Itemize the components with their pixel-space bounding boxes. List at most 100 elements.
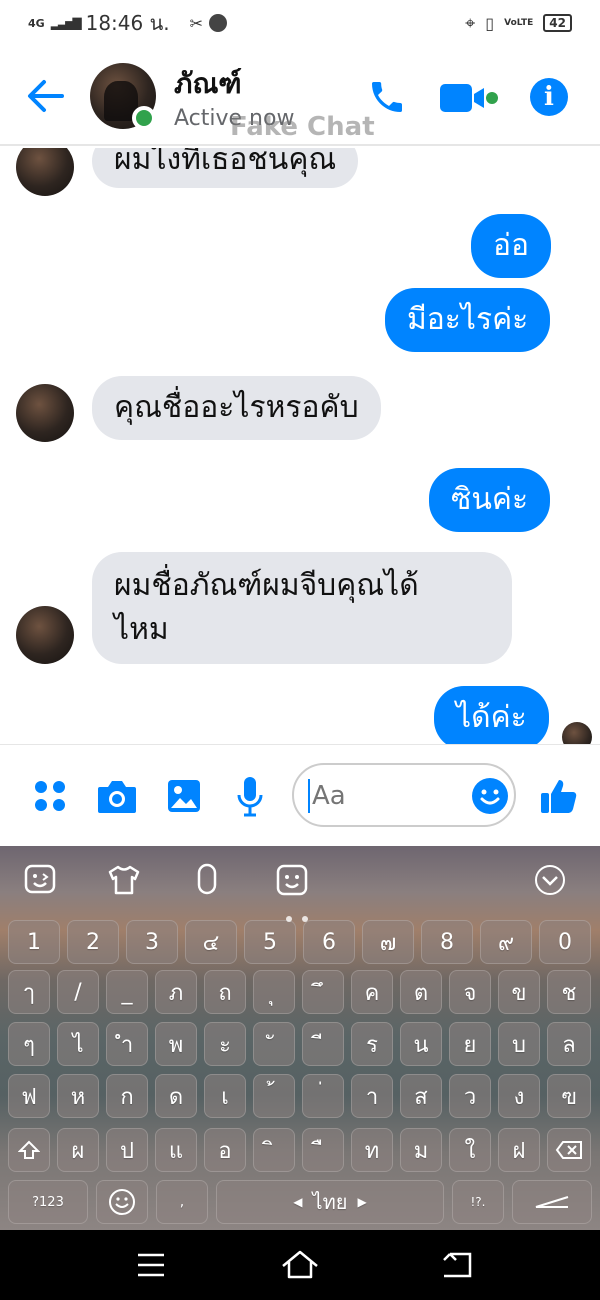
key[interactable]: ื xyxy=(302,1128,344,1172)
key[interactable]: ้ xyxy=(253,1074,295,1118)
key[interactable]: ๔ xyxy=(185,920,237,964)
message-incoming[interactable]: ผมไงทีเธอชนคุณ xyxy=(92,148,359,188)
key[interactable]: บ xyxy=(498,1022,540,1066)
message-incoming[interactable]: ผมชื่อภัณฑ์ผมจีบคุณได้ ไหม xyxy=(92,552,512,664)
key[interactable]: 8 xyxy=(421,920,473,964)
key[interactable]: ๙ xyxy=(480,920,532,964)
key[interactable]: ภ xyxy=(155,970,197,1014)
key[interactable]: ึ xyxy=(302,970,344,1014)
key[interactable]: ส xyxy=(400,1074,442,1118)
microphone-outline-icon xyxy=(197,863,217,895)
key[interactable]: ไ xyxy=(57,1022,99,1066)
message-outgoing[interactable]: อ่อ xyxy=(471,214,552,278)
voice-message-button[interactable] xyxy=(232,774,268,818)
key[interactable]: ๆ xyxy=(8,1022,50,1066)
sticker-button[interactable] xyxy=(24,864,58,900)
key[interactable]: า xyxy=(351,1074,393,1118)
key[interactable]: ร xyxy=(351,1022,393,1066)
key[interactable]: 5 xyxy=(244,920,296,964)
message-list[interactable]: ผมไงทีเธอชนคุณ อ่อ มีอะไรค่ะ คุณชื่ออะไร… xyxy=(0,148,600,744)
key[interactable]: ท xyxy=(351,1128,393,1172)
key[interactable]: ม xyxy=(400,1128,442,1172)
back-nav-button[interactable] xyxy=(440,1250,474,1284)
comma-key[interactable]: , xyxy=(156,1180,208,1224)
recent-apps-button[interactable] xyxy=(136,1252,166,1282)
back-button[interactable] xyxy=(26,78,66,114)
key[interactable]: ช xyxy=(547,970,591,1014)
battery-icon: 42 xyxy=(543,14,572,32)
key[interactable]: เ xyxy=(204,1074,246,1118)
enter-key[interactable] xyxy=(512,1180,592,1224)
key[interactable]: อ xyxy=(204,1128,246,1172)
key[interactable]: ๗ xyxy=(362,920,414,964)
key[interactable]: 1 xyxy=(8,920,60,964)
key[interactable]: ข xyxy=(498,970,540,1014)
key[interactable]: พ xyxy=(155,1022,197,1066)
key[interactable]: 3 xyxy=(126,920,178,964)
key[interactable]: 6 xyxy=(303,920,355,964)
home-button[interactable] xyxy=(280,1248,320,1284)
space-key[interactable]: ◀ ไทย ▶ xyxy=(216,1180,444,1224)
video-call-button[interactable] xyxy=(438,78,500,118)
shift-key[interactable] xyxy=(8,1128,50,1172)
key[interactable]: ะ xyxy=(204,1022,246,1066)
gif-button[interactable] xyxy=(276,864,308,900)
emoji-key[interactable] xyxy=(96,1180,148,1224)
key[interactable]: 0 xyxy=(539,920,591,964)
key[interactable]: 2 xyxy=(67,920,119,964)
signal-icon: ▂▃▅▇ xyxy=(50,16,82,30)
key[interactable]: ถ xyxy=(204,970,246,1014)
camera-button[interactable] xyxy=(94,774,140,818)
info-button[interactable]: i xyxy=(530,78,568,116)
key[interactable]: ฝ xyxy=(498,1128,540,1172)
back-arrow-icon xyxy=(28,80,64,112)
message-incoming[interactable]: คุณชื่ออะไรหรอคับ xyxy=(92,376,381,440)
key[interactable]: ั xyxy=(253,1022,295,1066)
key[interactable]: ฃ xyxy=(547,1074,591,1118)
punctuation-key[interactable]: !?. xyxy=(452,1180,504,1224)
key[interactable]: ห xyxy=(57,1074,99,1118)
collapse-keyboard-button[interactable] xyxy=(534,864,566,900)
key[interactable]: ุ xyxy=(253,970,295,1014)
symbols-key[interactable]: ?123 xyxy=(8,1180,88,1224)
message-outgoing[interactable]: ซินค่ะ xyxy=(429,468,551,532)
message-input[interactable] xyxy=(308,779,458,813)
key[interactable]: ป xyxy=(106,1128,148,1172)
key[interactable]: ผ xyxy=(57,1128,99,1172)
key[interactable]: ฟ xyxy=(8,1074,50,1118)
more-button[interactable] xyxy=(30,776,70,816)
key[interactable]: / xyxy=(57,970,99,1014)
message-outgoing[interactable]: มีอะไรค่ะ xyxy=(385,288,551,352)
gallery-button[interactable] xyxy=(164,776,204,816)
key[interactable]: ล xyxy=(547,1022,591,1066)
key[interactable]: ำ xyxy=(106,1022,148,1066)
image-icon xyxy=(168,780,200,812)
key[interactable]: ย xyxy=(449,1022,491,1066)
voice-call-button[interactable] xyxy=(366,76,408,118)
key[interactable]: จ xyxy=(449,970,491,1014)
message-outgoing[interactable]: ได้ค่ะ xyxy=(434,686,549,744)
backspace-key[interactable] xyxy=(547,1128,591,1172)
key[interactable]: แ xyxy=(155,1128,197,1172)
emoji-button[interactable] xyxy=(472,778,508,814)
key[interactable]: ว xyxy=(449,1074,491,1118)
key[interactable]: น xyxy=(400,1022,442,1066)
key[interactable]: ค xyxy=(351,970,393,1014)
right-chevron-icon: ▶ xyxy=(357,1195,367,1209)
page-indicator xyxy=(286,916,308,922)
key[interactable]: ใ xyxy=(449,1128,491,1172)
key[interactable]: ี xyxy=(302,1022,344,1066)
theme-button[interactable] xyxy=(106,864,142,900)
like-button[interactable] xyxy=(538,774,580,818)
key[interactable]: _ xyxy=(106,970,148,1014)
key[interactable]: ่ xyxy=(302,1074,344,1118)
key[interactable]: ก xyxy=(106,1074,148,1118)
keyboard-voice-button[interactable] xyxy=(194,862,220,902)
keyboard-toolbar xyxy=(0,846,600,912)
key[interactable]: ต xyxy=(400,970,442,1014)
key[interactable]: ด xyxy=(155,1074,197,1118)
key[interactable]: ิ xyxy=(253,1128,295,1172)
contact-name[interactable]: ภัณฑ์ xyxy=(174,62,242,106)
key[interactable]: ๅ xyxy=(8,970,50,1014)
key[interactable]: ง xyxy=(498,1074,540,1118)
